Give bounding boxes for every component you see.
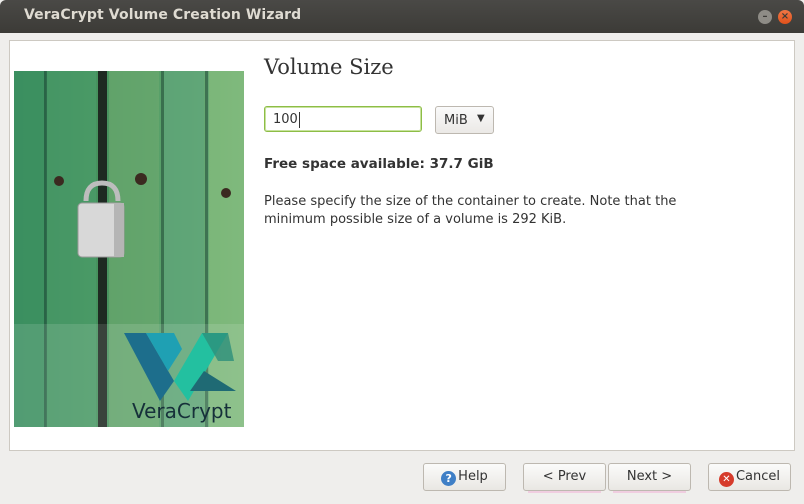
close-icon[interactable]: × [778,10,792,24]
free-space-label: Free space available: 37.7 GiB [264,156,494,172]
page-title: Volume Size [264,55,394,79]
veracrypt-logo-text: VeraCrypt [132,399,232,423]
size-unit-value: MiB [444,113,468,128]
next-button-label: Next > [626,469,673,484]
size-description: Please specify the size of the container… [264,194,677,227]
help-button[interactable]: ? Help [423,463,506,491]
cancel-icon: ✕ [718,472,734,487]
next-button[interactable]: Next > [608,463,691,493]
chevron-down-icon: ▼ [477,113,485,124]
prev-button[interactable]: < Prev [523,463,606,493]
title-bar[interactable]: VeraCrypt Volume Creation Wizard – × [0,0,804,33]
window-title: VeraCrypt Volume Creation Wizard [24,7,302,23]
wizard-side-image: VeraCrypt [14,71,244,427]
button-focus-underline [613,491,686,493]
volume-size-input[interactable]: 100 [264,106,422,132]
minimize-icon[interactable]: – [758,10,772,24]
cancel-button[interactable]: ✕ Cancel [708,463,791,491]
door-padlock-illustration [14,71,244,427]
prev-button-label: < Prev [542,469,587,484]
size-unit-dropdown[interactable]: MiB ▼ [435,106,494,134]
cancel-button-label: Cancel [735,469,781,484]
button-focus-underline [528,491,601,493]
wizard-window: VeraCrypt Volume Creation Wizard – × Ver… [0,0,804,504]
volume-size-value: 100 [273,112,298,127]
help-icon: ? [441,471,457,486]
text-caret [299,112,300,128]
help-button-label: Help [458,469,488,484]
